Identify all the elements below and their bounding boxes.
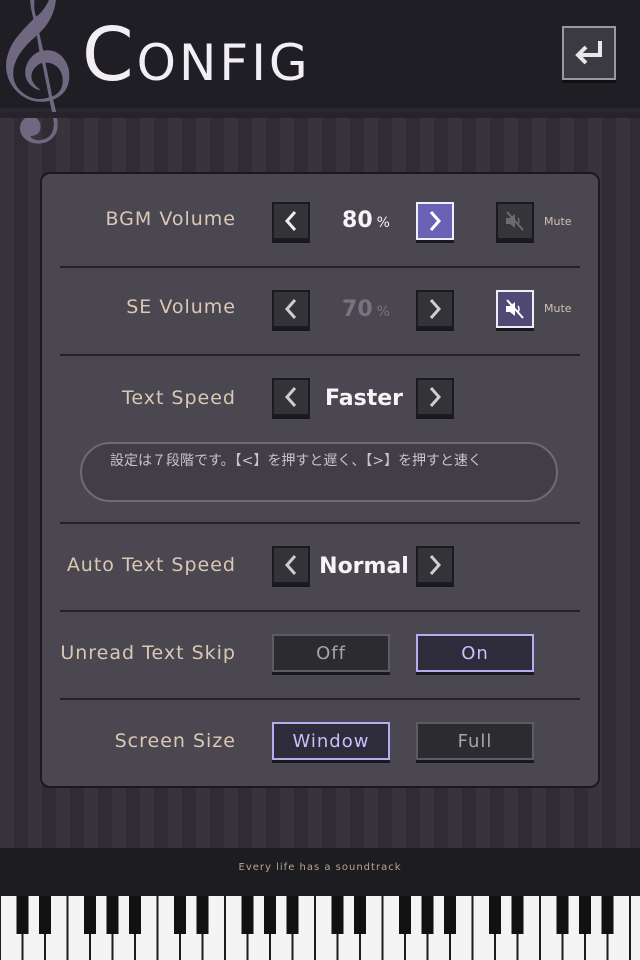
black-key bbox=[106, 896, 119, 934]
return-arrow-icon bbox=[575, 41, 602, 65]
chevron-right-icon bbox=[429, 387, 442, 407]
settings-panel: BGM Volume 80% Mute SE Volume 70% Mute T… bbox=[40, 172, 600, 788]
black-key bbox=[421, 896, 434, 934]
black-key bbox=[511, 896, 524, 934]
page-title: CONFIG bbox=[82, 12, 311, 98]
black-key bbox=[174, 896, 186, 934]
black-key bbox=[129, 896, 141, 934]
back-button[interactable] bbox=[562, 26, 616, 80]
divider bbox=[60, 610, 580, 612]
black-key bbox=[16, 896, 29, 934]
text-speed-increase-button[interactable] bbox=[416, 378, 454, 416]
black-key bbox=[579, 896, 591, 934]
se-decrease-button[interactable] bbox=[272, 290, 310, 328]
white-key bbox=[631, 896, 640, 960]
black-key bbox=[264, 896, 276, 934]
piano-keys-decoration bbox=[1, 896, 640, 960]
tagline: Every life has a soundtrack bbox=[238, 862, 402, 873]
screen-size-label: Screen Size bbox=[114, 730, 236, 752]
black-key bbox=[354, 896, 366, 934]
chevron-right-icon bbox=[429, 211, 442, 231]
screen-size-full-button[interactable]: Full bbox=[416, 722, 534, 760]
chevron-left-icon bbox=[284, 211, 297, 231]
divider bbox=[60, 698, 580, 700]
bgm-mute-label: Mute bbox=[544, 215, 572, 228]
divider bbox=[60, 266, 580, 268]
bgm-increase-button[interactable] bbox=[416, 202, 454, 240]
black-key bbox=[444, 896, 456, 934]
black-key bbox=[196, 896, 209, 934]
text-speed-decrease-button[interactable] bbox=[272, 378, 310, 416]
header-bar: 𝄞 CONFIG bbox=[0, 0, 640, 124]
bgm-mute-button[interactable] bbox=[496, 202, 534, 240]
black-key bbox=[556, 896, 569, 934]
treble-clef-icon: 𝄞 bbox=[0, 0, 77, 136]
se-mute-label: Mute bbox=[544, 302, 572, 315]
bgm-volume-label: BGM Volume bbox=[105, 208, 236, 230]
chevron-right-icon bbox=[429, 299, 442, 319]
se-mute-button[interactable] bbox=[496, 290, 534, 328]
black-key bbox=[241, 896, 254, 934]
black-key bbox=[399, 896, 411, 934]
unread-skip-label: Unread Text Skip bbox=[60, 642, 236, 664]
chevron-left-icon bbox=[284, 299, 297, 319]
black-key bbox=[331, 896, 344, 934]
bgm-volume-value: 80% bbox=[342, 208, 390, 233]
chevron-left-icon bbox=[284, 555, 297, 575]
unread-skip-on-button[interactable]: On bbox=[416, 634, 534, 672]
speaker-muted-icon bbox=[506, 299, 524, 319]
header-divider bbox=[0, 112, 640, 118]
se-increase-button[interactable] bbox=[416, 290, 454, 328]
text-speed-label: Text Speed bbox=[121, 387, 236, 409]
black-key bbox=[286, 896, 299, 934]
auto-text-speed-decrease-button[interactable] bbox=[272, 546, 310, 584]
divider bbox=[60, 522, 580, 524]
se-volume-label: SE Volume bbox=[126, 296, 236, 318]
divider bbox=[60, 354, 580, 356]
black-key bbox=[39, 896, 51, 934]
black-key bbox=[601, 896, 614, 934]
auto-text-speed-increase-button[interactable] bbox=[416, 546, 454, 584]
bgm-decrease-button[interactable] bbox=[272, 202, 310, 240]
se-volume-value: 70% bbox=[342, 297, 390, 322]
text-speed-hint: 設定は７段階です。【<】を押すと遅く、【>】を押すと速く bbox=[80, 442, 558, 502]
auto-text-speed-label: Auto Text Speed bbox=[66, 554, 236, 576]
chevron-right-icon bbox=[429, 555, 442, 575]
black-key bbox=[84, 896, 96, 934]
text-speed-value: Faster bbox=[325, 386, 403, 411]
unread-skip-off-button[interactable]: Off bbox=[272, 634, 390, 672]
chevron-left-icon bbox=[284, 387, 297, 407]
footer: Every life has a soundtrack bbox=[0, 848, 640, 960]
black-key bbox=[489, 896, 501, 934]
speaker-muted-icon bbox=[506, 211, 524, 231]
screen-size-window-button[interactable]: Window bbox=[272, 722, 390, 760]
auto-text-speed-value: Normal bbox=[319, 554, 409, 579]
